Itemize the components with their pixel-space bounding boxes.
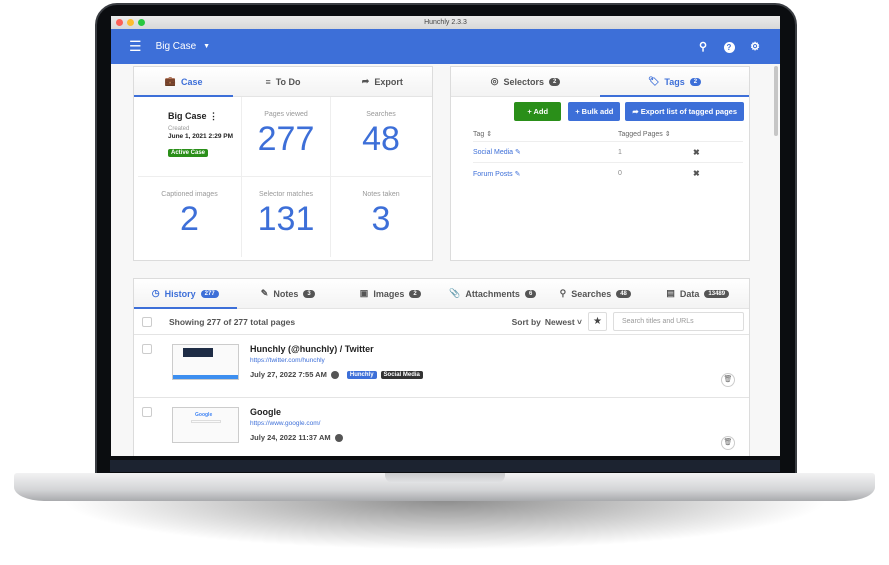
share-icon: ➦ <box>632 107 641 116</box>
bulk-add-button[interactable]: + Bulk add <box>568 102 621 121</box>
created-date: June 1, 2021 2:29 PM <box>168 133 234 140</box>
history-toolbar: Showing 277 of 277 total pages Sort by N… <box>134 309 749 335</box>
page-date: July 24, 2022 11:37 AM <box>250 433 331 442</box>
tag-link[interactable]: Forum Posts ✎ <box>473 170 618 178</box>
page-url[interactable]: https://twitter.com/hunchly <box>250 357 423 364</box>
case-name: Big Case <box>168 111 207 121</box>
row-checkbox[interactable] <box>142 344 152 354</box>
stat-notes-taken: Notes taken 3 <box>362 191 400 238</box>
tag-badge[interactable]: Social Media <box>380 370 423 379</box>
help-icon[interactable]: ? <box>716 41 742 53</box>
tab-history[interactable]: ◷ History 277 <box>134 279 237 309</box>
target-icon: ◎ <box>490 76 499 86</box>
page-title[interactable]: Hunchly (@hunchly) / Twitter <box>250 344 423 354</box>
search-icon[interactable]: ⚲ <box>690 40 716 53</box>
sort-label: Sort by <box>511 316 541 327</box>
tab-searches[interactable]: ⚲ Searches 48 <box>544 279 647 308</box>
tab-todo[interactable]: ≡ To Do <box>233 67 332 96</box>
sort-dropdown[interactable]: Newest ˅ <box>545 317 582 327</box>
app-window: Hunchly 2.3.3 ☰ Big Case ▼ ⚲ ? ⚙ 💼 Case ≡… <box>111 16 780 456</box>
trash-icon[interactable]: 🗑 <box>721 373 735 387</box>
trash-icon[interactable]: 🗑 <box>721 436 735 450</box>
download-icon: ▤ <box>666 288 675 298</box>
more-vert-icon[interactable]: ⋮ <box>209 111 218 121</box>
clock-icon: ◷ <box>151 288 160 298</box>
case-info: Big Case ⋮ Created June 1, 2021 2:29 PM … <box>138 97 242 177</box>
images-icon: ▣ <box>359 288 369 298</box>
minimize-window-button[interactable] <box>127 19 134 26</box>
stat-captioned-images: Captioned images 2 <box>138 177 242 257</box>
select-all-checkbox[interactable] <box>142 316 152 327</box>
case-panel: 💼 Case ≡ To Do ➦ Export Big Case ⋮ Created … <box>133 66 433 261</box>
laptop-notch <box>385 473 505 483</box>
page-date: July 27, 2022 7:55 AM <box>250 370 327 379</box>
page-url[interactable]: https://www.google.com/ <box>250 420 343 427</box>
chevron-down-icon[interactable]: ▼ <box>203 43 210 50</box>
tab-attachments[interactable]: 📎 Attachments 6 <box>442 279 545 308</box>
page-thumbnail[interactable] <box>172 344 239 380</box>
status-badge: Active Case <box>168 149 209 157</box>
page-title[interactable]: Google <box>250 407 343 417</box>
add-tag-button[interactable]: + Add <box>514 102 562 121</box>
stat-pages-viewed: Pages viewed 277 <box>242 97 331 177</box>
star-filter-button[interactable]: ★ <box>588 312 607 331</box>
tab-data[interactable]: ▤ Data 13489 <box>647 279 750 308</box>
laptop-hinge <box>110 460 780 472</box>
tab-notes[interactable]: ✎ Notes 3 <box>237 279 340 308</box>
laptop-shadow <box>60 500 830 550</box>
clock-icon <box>330 370 339 379</box>
clock-icon <box>334 433 343 442</box>
close-window-button[interactable] <box>116 19 123 26</box>
tags-icon: 🏷 <box>647 76 660 86</box>
tags-table: Tag ⇕ Tagged Pages ⇕ Social Media ✎ 1 ✖ … <box>473 126 743 184</box>
tag-link[interactable]: Social Media ✎ <box>473 148 618 156</box>
column-header-tagged-pages[interactable]: Tagged Pages ⇕ <box>618 130 693 138</box>
edit-icon: ✎ <box>260 288 269 298</box>
pencil-icon[interactable]: ✎ <box>515 149 521 156</box>
gear-icon[interactable]: ⚙ <box>742 40 768 53</box>
menu-icon[interactable]: ☰ <box>129 38 142 55</box>
tab-tags[interactable]: 🏷 Tags 2 <box>600 67 749 97</box>
search-icon: ⚲ <box>559 288 567 298</box>
pencil-icon[interactable]: ✎ <box>515 171 521 178</box>
history-row: Hunchly (@hunchly) / Twitter https://twi… <box>134 335 749 398</box>
share-icon: ➦ <box>361 76 370 86</box>
briefcase-icon: 💼 <box>164 76 177 86</box>
list-icon: ≡ <box>265 76 271 87</box>
tag-count: 0 <box>618 170 622 177</box>
column-header-tag[interactable]: Tag ⇕ <box>473 130 618 138</box>
showing-count: Showing 277 of 277 total pages <box>169 316 296 327</box>
page-thumbnail[interactable]: Google <box>172 407 239 443</box>
paperclip-icon: 📎 <box>449 288 461 298</box>
stat-searches: Searches 48 <box>331 97 431 177</box>
laptop-mockup: Hunchly 2.3.3 ☰ Big Case ▼ ⚲ ? ⚙ 💼 Case ≡… <box>0 0 889 565</box>
stat-selector-matches: Selector matches 131 <box>242 177 331 257</box>
row-checkbox[interactable] <box>142 407 152 417</box>
case-selector[interactable]: Big Case <box>156 41 197 52</box>
table-row: Forum Posts ✎ 0 ✖ <box>473 163 743 184</box>
delete-tag-icon[interactable]: ✖ <box>693 169 743 178</box>
delete-tag-icon[interactable]: ✖ <box>693 148 743 157</box>
maximize-window-button[interactable] <box>138 19 145 26</box>
tag-count: 1 <box>618 148 622 156</box>
tab-images[interactable]: ▣ Images 2 <box>339 279 442 308</box>
search-input[interactable]: Search titles and URLs <box>613 312 744 331</box>
tag-badge[interactable]: Hunchly <box>346 370 377 379</box>
window-title: Hunchly 2.3.3 <box>424 19 467 26</box>
tags-panel: ◎ Selectors 2 🏷 Tags 2 + Add + Bulk add ➦ Ex… <box>450 66 750 261</box>
history-panel: ◷ History 277 ✎ Notes 3 ▣ Images 2 📎 Attachment… <box>133 278 750 456</box>
tab-selectors[interactable]: ◎ Selectors 2 <box>451 67 600 96</box>
tab-export[interactable]: ➦ Export <box>333 67 432 96</box>
app-header: ☰ Big Case ▼ ⚲ ? ⚙ <box>111 29 780 64</box>
history-row: Google Google https://www.google.com/ Ju… <box>134 398 749 456</box>
tab-case[interactable]: 💼 Case <box>134 67 234 97</box>
table-row: Social Media ✎ 1 ✖ <box>473 142 743 163</box>
title-bar: Hunchly 2.3.3 <box>111 16 780 29</box>
star-icon: ★ <box>593 316 602 327</box>
scrollbar[interactable] <box>774 66 778 136</box>
export-tagged-pages-button[interactable]: ➦ Export list of tagged pages <box>625 102 744 121</box>
